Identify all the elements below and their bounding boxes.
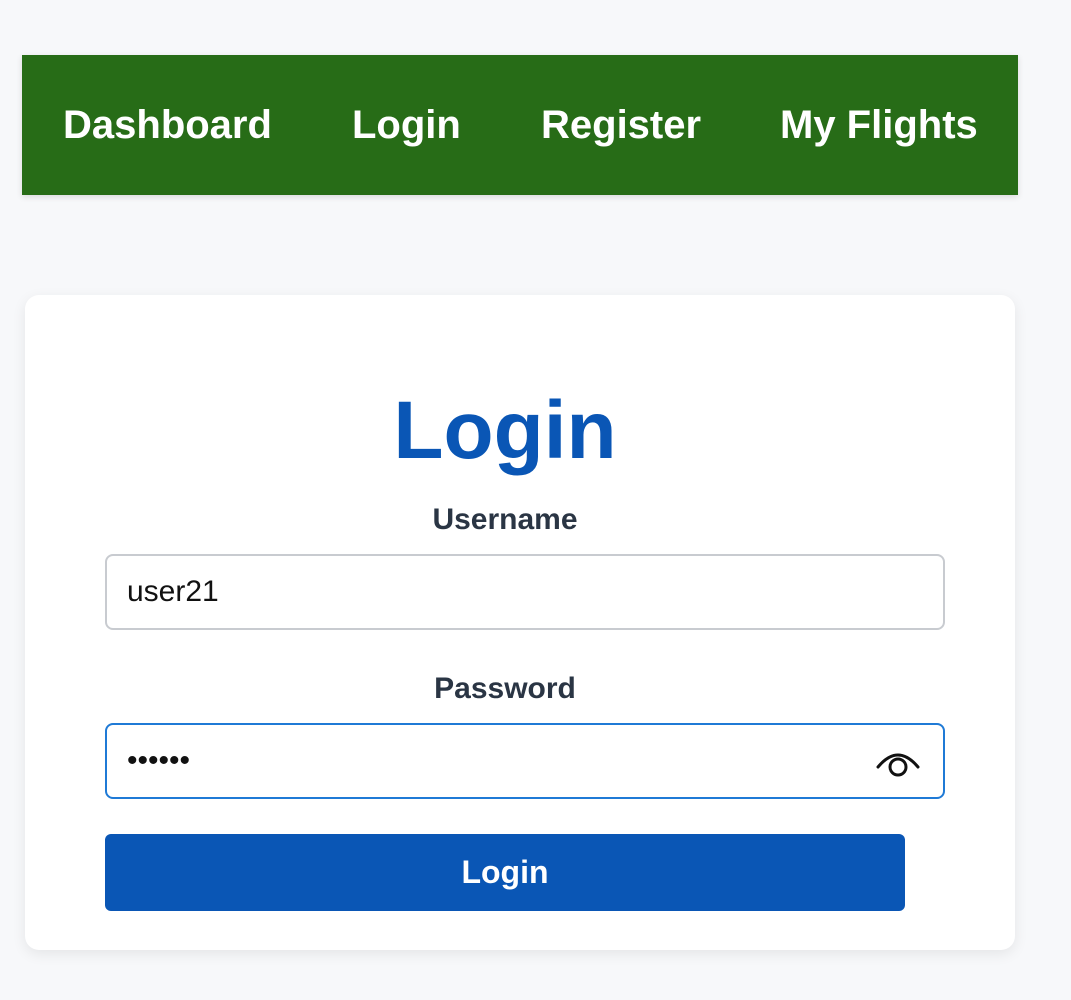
password-label: Password	[434, 672, 576, 705]
nav-link-login[interactable]: Login	[352, 55, 461, 195]
eye-icon[interactable]	[875, 743, 921, 781]
nav-link-my-flights[interactable]: My Flights	[780, 55, 978, 195]
top-navbar: Dashboard Login Register My Flights	[22, 55, 1018, 195]
nav-link-register[interactable]: Register	[541, 55, 701, 195]
username-label: Username	[432, 503, 578, 536]
login-button[interactable]: Login	[105, 834, 905, 911]
username-input[interactable]	[127, 556, 847, 628]
login-title: Login	[393, 385, 617, 476]
password-input[interactable]	[127, 725, 847, 797]
login-card: Login Username Password Login	[25, 295, 1015, 950]
username-field	[105, 554, 945, 630]
nav-link-dashboard[interactable]: Dashboard	[63, 55, 272, 195]
password-field	[105, 723, 945, 799]
